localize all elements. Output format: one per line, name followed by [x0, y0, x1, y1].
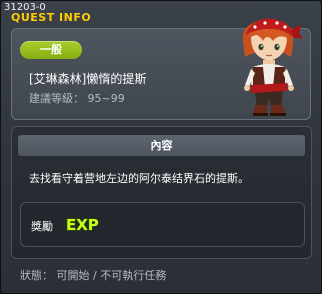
reward-box [20, 202, 305, 247]
exp-icon: EXP [65, 215, 99, 233]
category-badge: 一般 [20, 41, 82, 59]
quest-name: [艾琳森林]懒惰的提斯 [29, 72, 147, 86]
npc-portrait-icon [242, 18, 303, 116]
window-title: QUEST INFO [11, 11, 92, 24]
level-label: 建議等級 [29, 92, 73, 105]
quest-description: 去找看守着营地左边的阿尔泰结界石的提斯。 [29, 172, 249, 185]
content-header: 內容 [18, 135, 305, 156]
quest-info-window: 31203-0 QUEST INFO 一般 [艾琳森林]懒惰的提斯 建議等級： … [0, 0, 322, 294]
quest-status: 狀態： 可開始 / 不可執行任務 [20, 267, 166, 283]
status-separator: ： [42, 269, 53, 282]
status-value: 可開始 / 不可執行任務 [56, 269, 167, 282]
recommended-level: 建議等級： 95~99 [29, 90, 125, 106]
reward-label: 獎勵 [31, 220, 53, 233]
status-label: 狀態 [20, 269, 42, 282]
level-separator: ： [73, 92, 84, 105]
level-range: 95~99 [87, 92, 125, 105]
exp-text: EXP [66, 216, 99, 233]
